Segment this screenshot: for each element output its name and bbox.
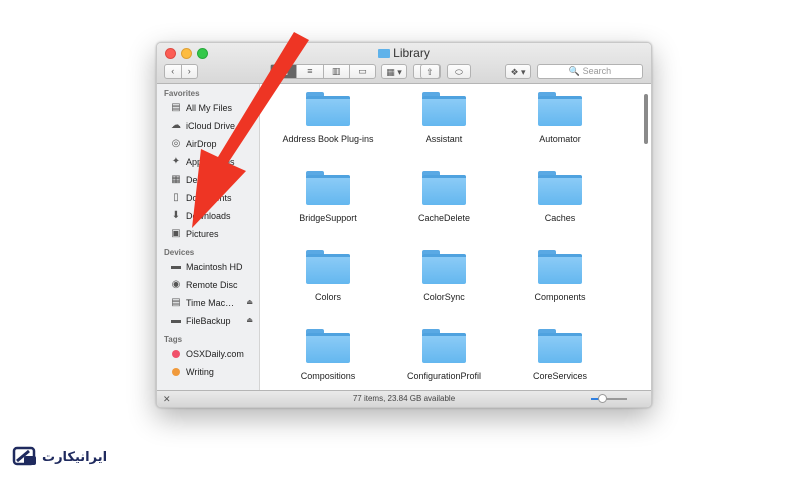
- logo-icon: [12, 446, 36, 466]
- arrow-shape: [192, 32, 309, 228]
- red-arrow-annotation: [192, 32, 309, 228]
- logo-text: ایرانیکارت: [42, 449, 108, 465]
- site-logo: ایرانیکارت: [12, 443, 107, 471]
